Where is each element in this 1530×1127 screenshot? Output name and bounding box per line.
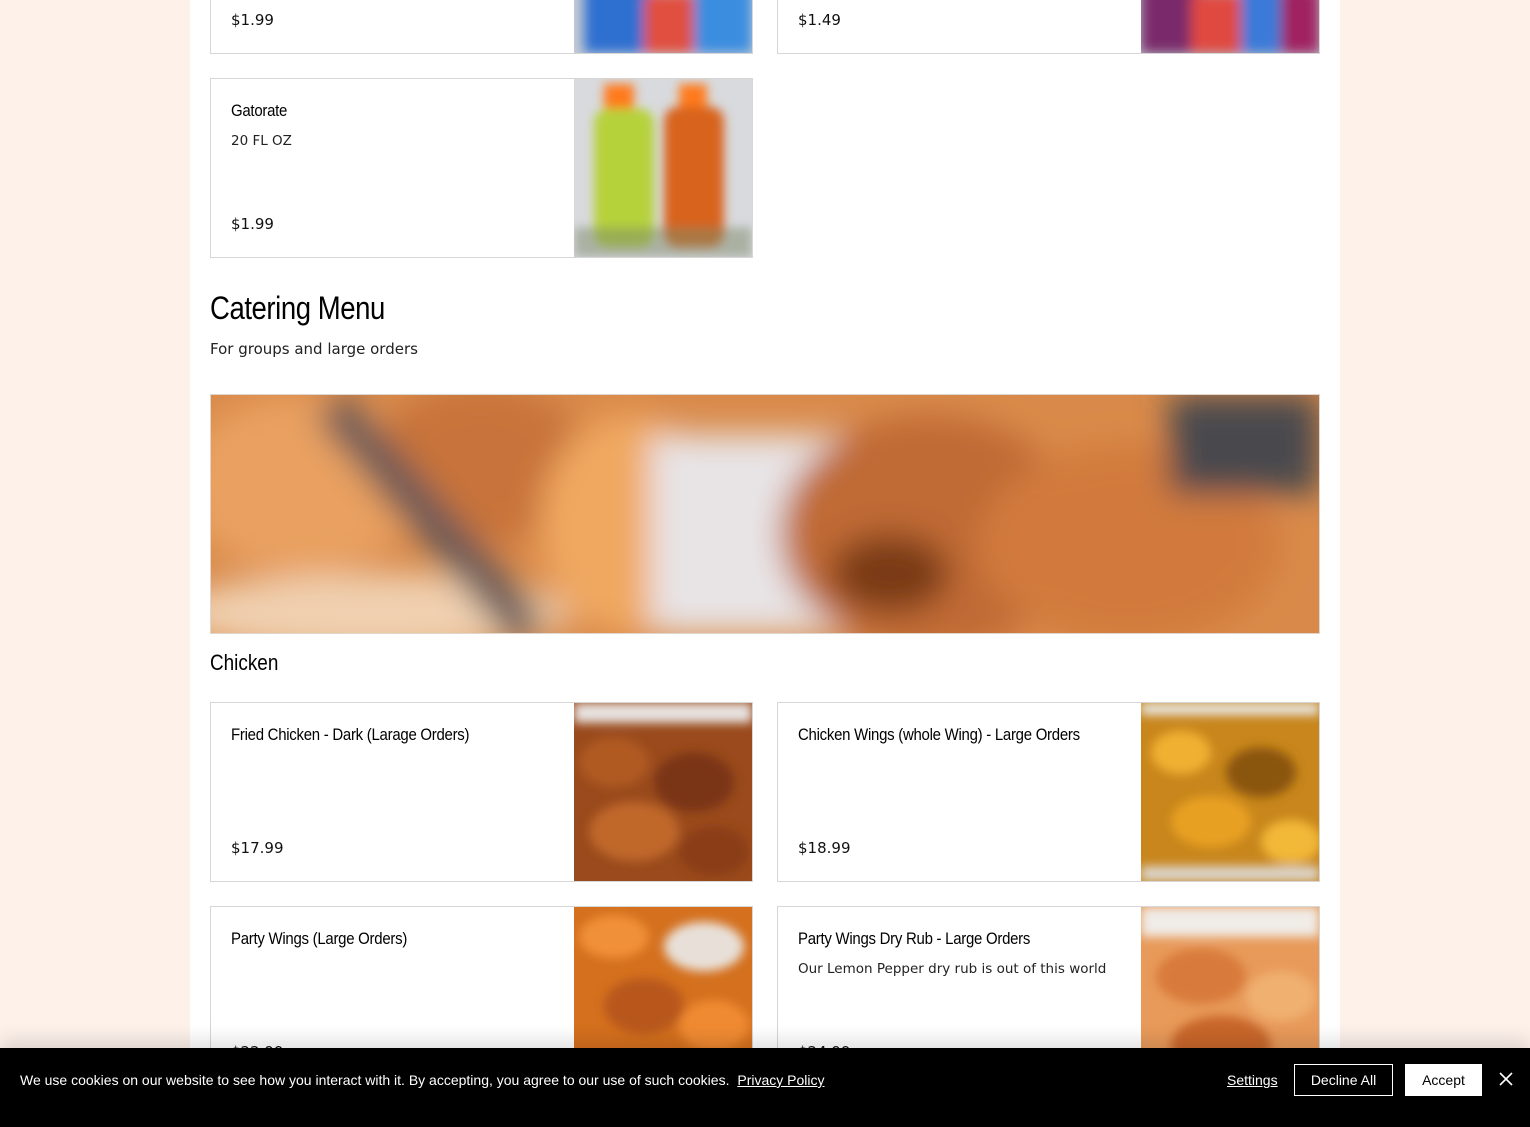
item-name: Gatorate [231, 101, 288, 120]
item-name: Party Wings (Large Orders) [231, 929, 408, 948]
decline-all-button[interactable]: Decline All [1294, 1064, 1393, 1096]
section-subtitle: For groups and large orders [210, 340, 418, 358]
menu-item-card[interactable]: Gatorate 20 FL OZ $1.99 [210, 78, 753, 258]
accept-button[interactable]: Accept [1405, 1064, 1482, 1096]
close-icon[interactable] [1497, 1070, 1515, 1088]
menu-item-card[interactable]: Fried Chicken - Dark (Larage Orders) $17… [210, 702, 753, 882]
cookie-message: We use cookies on our website to see how… [20, 1072, 825, 1088]
item-description: 20 FL OZ [231, 133, 292, 149]
cookie-settings-link[interactable]: Settings [1227, 1072, 1278, 1088]
category-title: Chicken [210, 650, 279, 675]
item-name: Party Wings Dry Rub - Large Orders [798, 929, 1031, 948]
item-photo [574, 0, 752, 53]
menu-item-card[interactable]: Chicken Wings (whole Wing) - Large Order… [777, 702, 1320, 882]
item-photo [574, 79, 752, 257]
catering-banner-image [210, 394, 1320, 634]
item-name: Fried Chicken - Dark (Larage Orders) [231, 725, 470, 744]
item-price: $1.99 [231, 11, 274, 29]
cookie-text: We use cookies on our website to see how… [20, 1072, 730, 1088]
item-price: $1.49 [798, 11, 841, 29]
item-description: Our Lemon Pepper dry rub is out of this … [798, 961, 1107, 977]
item-photo [1141, 0, 1319, 53]
item-photo [574, 703, 752, 881]
menu-item-card[interactable]: $1.49 [777, 0, 1320, 54]
privacy-policy-link[interactable]: Privacy Policy [737, 1072, 824, 1088]
section-title: Catering Menu [210, 290, 385, 326]
item-price: $18.99 [798, 839, 851, 857]
item-name: Chicken Wings (whole Wing) - Large Order… [798, 725, 1080, 744]
item-photo [1141, 703, 1319, 881]
menu-item-card[interactable]: $1.99 [210, 0, 753, 54]
menu-content: $1.99 $1.49 Gatorate 20 FL OZ $1.99 Cate… [190, 0, 1340, 1127]
item-price: $1.99 [231, 215, 274, 233]
item-price: $17.99 [231, 839, 284, 857]
cookie-banner: We use cookies on our website to see how… [0, 1048, 1530, 1127]
